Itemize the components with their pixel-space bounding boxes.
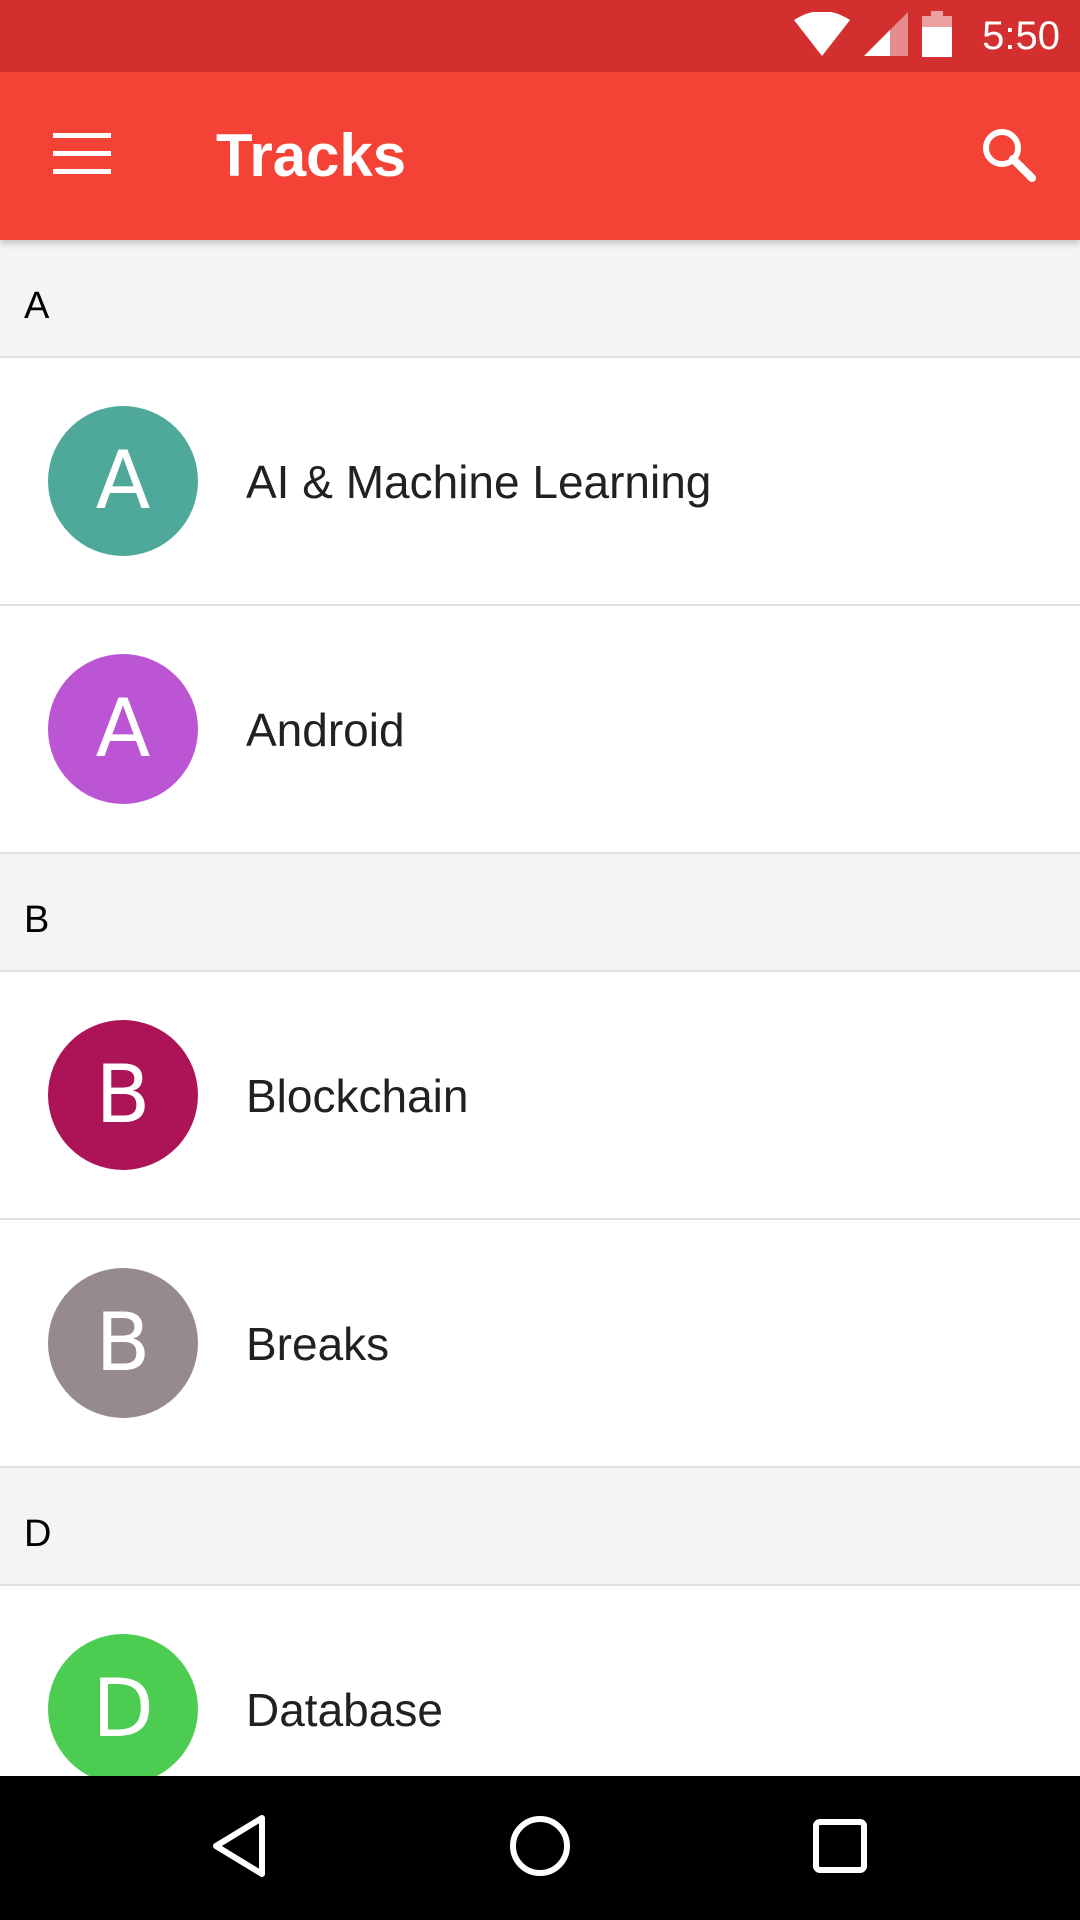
status-bar: 5:50 bbox=[0, 0, 1080, 72]
search-icon bbox=[980, 126, 1036, 187]
home-icon bbox=[508, 1814, 572, 1883]
home-button[interactable] bbox=[490, 1798, 590, 1898]
section-header: D bbox=[0, 1468, 1080, 1586]
app-toolbar: Tracks bbox=[0, 72, 1080, 240]
track-label: Blockchain bbox=[246, 1070, 469, 1122]
back-icon bbox=[210, 1814, 270, 1883]
system-nav-bar bbox=[0, 1776, 1080, 1920]
track-item-blockchain[interactable]: B Blockchain bbox=[0, 972, 1080, 1220]
avatar: B bbox=[48, 1020, 198, 1170]
menu-icon bbox=[53, 132, 111, 180]
track-label: AI & Machine Learning bbox=[246, 456, 712, 508]
avatar: A bbox=[48, 406, 198, 556]
section-header: A bbox=[0, 240, 1080, 358]
menu-button[interactable] bbox=[40, 114, 124, 198]
track-label: Breaks bbox=[246, 1318, 390, 1370]
track-item-database[interactable]: D Database bbox=[0, 1586, 1080, 1776]
avatar: B bbox=[48, 1268, 198, 1418]
signal-icon bbox=[864, 11, 909, 61]
track-label: Database bbox=[246, 1684, 443, 1736]
avatar: A bbox=[48, 654, 198, 804]
status-time: 5:50 bbox=[982, 13, 1060, 58]
battery-icon bbox=[922, 10, 953, 62]
back-button[interactable] bbox=[190, 1798, 290, 1898]
avatar: D bbox=[48, 1634, 198, 1776]
track-item-ai-machine-learning[interactable]: A AI & Machine Learning bbox=[0, 358, 1080, 606]
track-label: Android bbox=[246, 704, 405, 756]
page-title: Tracks bbox=[216, 122, 407, 189]
wifi-icon bbox=[794, 10, 851, 61]
recents-button[interactable] bbox=[790, 1798, 890, 1898]
recents-icon bbox=[812, 1818, 868, 1879]
status-icons: 5:50 bbox=[794, 0, 1060, 72]
track-item-breaks[interactable]: B Breaks bbox=[0, 1220, 1080, 1468]
track-list[interactable]: A A AI & Machine Learning A Android B B … bbox=[0, 240, 1080, 1776]
search-button[interactable] bbox=[966, 114, 1050, 198]
section-header: B bbox=[0, 854, 1080, 972]
track-item-android[interactable]: A Android bbox=[0, 606, 1080, 854]
